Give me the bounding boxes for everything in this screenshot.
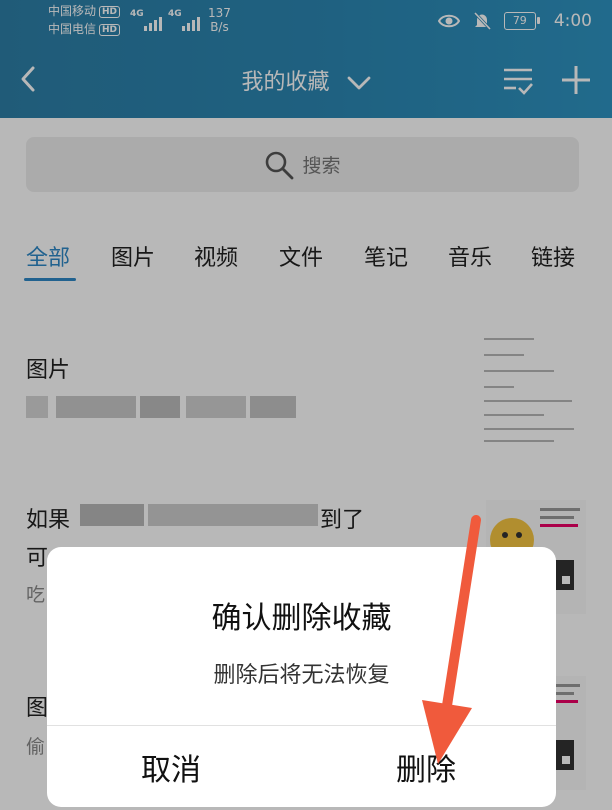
divider [47,725,556,726]
confirm-dialog: 确认删除收藏 删除后将无法恢复 取消 删除 [47,547,556,807]
delete-button[interactable]: 删除 [396,745,456,789]
dialog-title: 确认删除收藏 [211,601,392,636]
dialog-message: 删除后将无法恢复 [213,663,390,688]
cancel-button[interactable]: 取消 [141,745,201,789]
